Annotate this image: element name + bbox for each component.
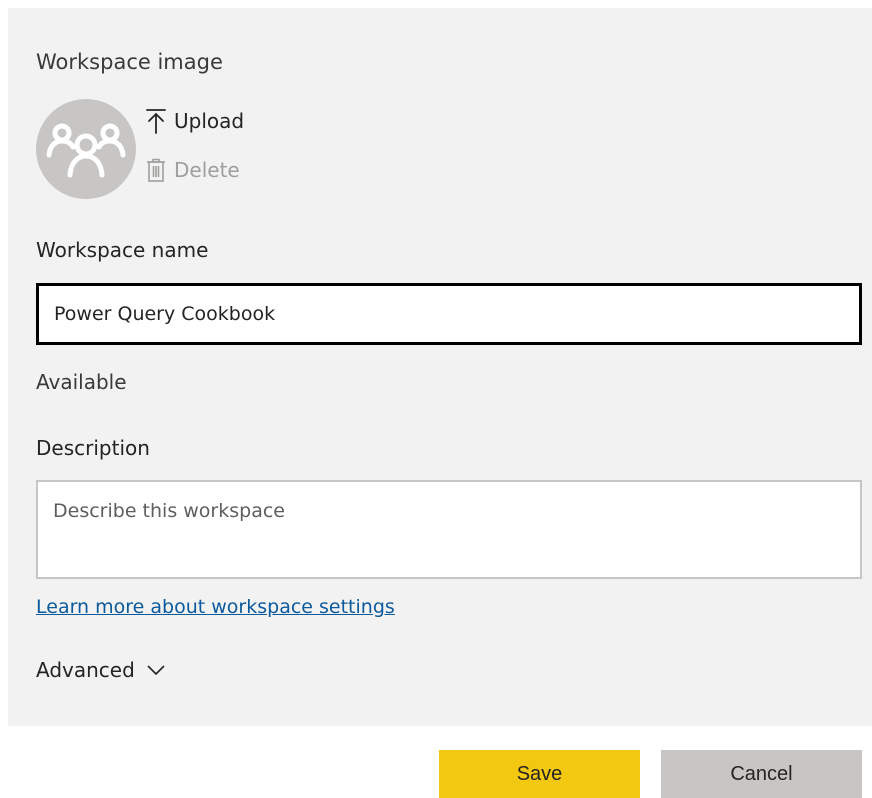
advanced-toggle[interactable]: Advanced — [36, 658, 165, 682]
workspace-image-title: Workspace image — [36, 50, 223, 74]
workspace-name-input[interactable]: Power Query Cookbook — [36, 283, 862, 345]
upload-icon — [146, 109, 166, 134]
name-availability-status: Available — [36, 370, 127, 394]
workspace-avatar — [36, 99, 136, 199]
workspace-name-value: Power Query Cookbook — [54, 303, 276, 325]
save-button[interactable]: Save — [439, 750, 640, 798]
description-placeholder: Describe this workspace — [53, 500, 285, 522]
chevron-down-icon — [147, 665, 165, 675]
workspace-settings-panel: Workspace image Upload Delete Workspace … — [8, 8, 872, 726]
delete-button[interactable]: Delete — [146, 158, 240, 182]
description-label: Description — [36, 436, 150, 460]
group-icon — [46, 123, 126, 178]
learn-more-link[interactable]: Learn more about workspace settings — [36, 596, 395, 618]
advanced-label: Advanced — [36, 658, 135, 682]
upload-label: Upload — [174, 109, 245, 133]
trash-icon — [147, 158, 165, 182]
description-textarea[interactable]: Describe this workspace — [36, 480, 862, 579]
workspace-name-label: Workspace name — [36, 238, 209, 262]
cancel-button[interactable]: Cancel — [661, 750, 862, 798]
delete-label: Delete — [174, 158, 240, 182]
upload-button[interactable]: Upload — [146, 108, 244, 134]
